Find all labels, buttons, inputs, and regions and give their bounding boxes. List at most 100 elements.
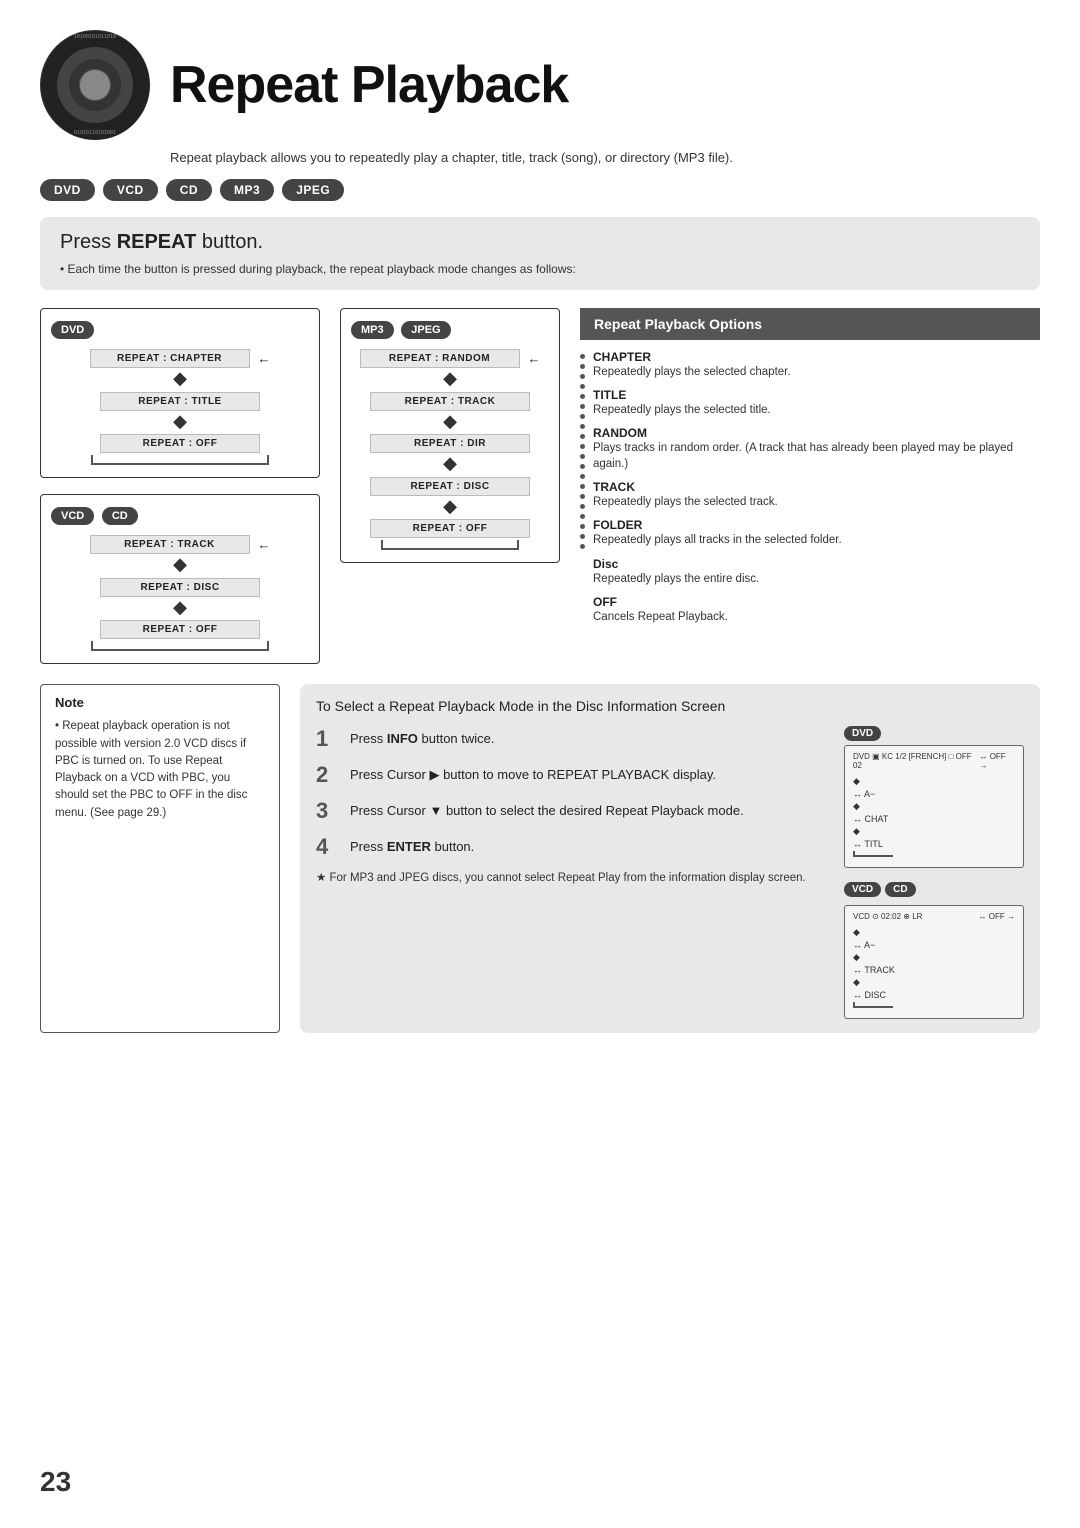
flow-label-disc: REPEAT : DISC bbox=[100, 578, 260, 597]
cd-badge: CD bbox=[102, 507, 138, 525]
down-arrow-1: ◆ bbox=[853, 776, 860, 787]
dvd-item-chat: ↔ CHAT bbox=[853, 814, 1015, 824]
vcd-display-box: VCD ⊙ 02:02 ⊕ LR ↔ OFF → ◆ ↔ A− bbox=[844, 905, 1024, 1019]
opt-folder-name: FOLDER bbox=[593, 518, 1040, 532]
flow-arrow-2: ◆ bbox=[173, 411, 187, 433]
opt-off-desc: Cancels Repeat Playback. bbox=[593, 609, 1040, 625]
dvd-display-items: ◆ ↔ A− ◆ ↔ CHAT bbox=[853, 772, 1015, 861]
middle-column: MP3 JPEG REPEAT : RANDOM ← ◆ REPEAT : TR… bbox=[340, 308, 560, 664]
steps-column: 1 Press INFO button twice. 2 Press Curso… bbox=[316, 726, 828, 1019]
dvd-display-section: DVD DVD ▣ KC 1/2 [FRENCH] □ OFF 02 ↔ OFF… bbox=[844, 726, 1024, 868]
opt-chapter-name: CHAPTER bbox=[593, 350, 1040, 364]
note-title: Note bbox=[55, 695, 265, 710]
flow-item-title: REPEAT : TITLE ◆ bbox=[51, 392, 309, 433]
dvd-item-down-1: ◆ bbox=[853, 776, 1015, 787]
vcd-item-down-3: ◆ bbox=[853, 977, 1015, 988]
vcd-cd-flow-section: VCD CD REPEAT : TRACK ← ◆ REPEAT : DISC … bbox=[40, 494, 320, 664]
format-badges: DVD VCD CD MP3 JPEG bbox=[40, 179, 1040, 201]
vcd-down-3: ◆ bbox=[853, 977, 860, 988]
opt-folder-desc: Repeatedly plays all tracks in the selec… bbox=[593, 532, 1040, 548]
flow-label-off2: REPEAT : OFF bbox=[100, 620, 260, 639]
note-box: Note • Repeat playback operation is not … bbox=[40, 684, 280, 1033]
vcd-item-a: ↔ A− bbox=[853, 940, 1015, 950]
opt-off: OFF Cancels Repeat Playback. bbox=[593, 595, 1040, 625]
note-text: • Repeat playback operation is not possi… bbox=[55, 718, 265, 822]
vcd-badges-row: VCD CD bbox=[844, 882, 1024, 901]
page-number: 23 bbox=[40, 1466, 71, 1498]
flow-item-off2: REPEAT : OFF bbox=[51, 620, 309, 639]
svg-text:01010110101001: 01010110101001 bbox=[74, 130, 116, 136]
repeat-bold: REPEAT bbox=[117, 231, 197, 253]
dvd-flow-badge: DVD bbox=[51, 321, 94, 339]
vdot-4 bbox=[580, 384, 585, 389]
dvd-off-label: ↔ OFF → bbox=[979, 752, 1015, 770]
page-wrapper: 10100101011010 01010110101001 Repeat Pla… bbox=[0, 0, 1080, 1528]
jpeg-badge: JPEG bbox=[401, 321, 450, 339]
to-select-label: To Select a Repeat Playback Mode in the … bbox=[316, 698, 725, 714]
opt-random-desc: Plays tracks in random order. (A track t… bbox=[593, 440, 1040, 472]
title-area: Repeat Playback bbox=[170, 55, 568, 115]
badge-jpeg: JPEG bbox=[282, 179, 344, 201]
flow-label-dir: REPEAT : DIR bbox=[370, 434, 530, 453]
step-2-text: Press Cursor ▶ button to move to REPEAT … bbox=[350, 762, 716, 784]
opt-disc-desc: Repeatedly plays the entire disc. bbox=[593, 571, 1040, 587]
subtitle: Repeat playback allows you to repeatedly… bbox=[170, 150, 1040, 165]
speaker-icon: 10100101011010 01010110101001 bbox=[40, 30, 150, 140]
vdot-5 bbox=[580, 394, 585, 399]
vdot-11 bbox=[580, 454, 585, 459]
arrow-random: ← bbox=[528, 351, 541, 366]
step-1: 1 Press INFO button twice. bbox=[316, 726, 828, 752]
flow-label-track: REPEAT : TRACK bbox=[90, 535, 250, 554]
press-repeat-title: Press REPEAT button. bbox=[60, 231, 1020, 254]
svg-text:10100101011010: 10100101011010 bbox=[74, 34, 116, 40]
flow-label-mp3-track: REPEAT : TRACK bbox=[370, 392, 530, 411]
opt-track-desc: Repeatedly plays the selected track. bbox=[593, 494, 1040, 510]
opt-random-name: RANDOM bbox=[593, 426, 1040, 440]
mp3-bracket bbox=[381, 540, 519, 550]
flow-arrow-7: ◆ bbox=[443, 453, 457, 475]
dvd-displays: DVD DVD ▣ KC 1/2 [FRENCH] □ OFF 02 ↔ OFF… bbox=[844, 726, 1024, 1019]
badge-mp3: MP3 bbox=[220, 179, 274, 201]
header-logo: 10100101011010 01010110101001 bbox=[40, 30, 150, 140]
step-4-text: Press ENTER button. bbox=[350, 834, 474, 856]
press-label: Press bbox=[60, 231, 117, 253]
step-2-number: 2 bbox=[316, 762, 340, 788]
flow-row-random: REPEAT : RANDOM ← bbox=[351, 349, 549, 368]
flow-label-mp3-disc: REPEAT : DISC bbox=[370, 477, 530, 496]
vdot-6 bbox=[580, 404, 585, 409]
dvd-a-label: ↔ A− bbox=[853, 789, 875, 799]
flow-item-mp3-off: REPEAT : OFF bbox=[351, 519, 549, 538]
badge-vcd: VCD bbox=[103, 179, 158, 201]
flow-item-mp3-track: REPEAT : TRACK ◆ bbox=[351, 392, 549, 433]
vdot-1 bbox=[580, 354, 585, 359]
vdot-18 bbox=[580, 524, 585, 529]
step-3: 3 Press Cursor ▼ button to select the de… bbox=[316, 798, 828, 824]
step-4-number: 4 bbox=[316, 834, 340, 860]
vdot-17 bbox=[580, 514, 585, 519]
step-1-text: Press INFO button twice. bbox=[350, 726, 495, 748]
opt-title-name: TITLE bbox=[593, 388, 1040, 402]
vcd-info-row: VCD ⊙ 02:02 ⊕ LR ↔ OFF → bbox=[853, 912, 1015, 921]
flow-item-dir: REPEAT : DIR ◆ bbox=[351, 434, 549, 475]
vcd-info-text: VCD ⊙ 02:02 ⊕ LR bbox=[853, 912, 922, 921]
vdot-15 bbox=[580, 494, 585, 499]
dvd-bracket bbox=[91, 455, 269, 465]
opt-track: TRACK Repeatedly plays the selected trac… bbox=[593, 480, 1040, 510]
flow-item-mp3-disc: REPEAT : DISC ◆ bbox=[351, 477, 549, 518]
opt-disc: Disc Repeatedly plays the entire disc. bbox=[593, 557, 1040, 587]
options-header: Repeat Playback Options bbox=[580, 308, 1040, 340]
vertical-dots bbox=[580, 350, 585, 633]
vcd-disc-label: ↔ DISC bbox=[853, 990, 886, 1000]
flow-arrow-3: ◆ bbox=[173, 554, 187, 576]
arrow-chapter: ← bbox=[258, 351, 271, 366]
step-3-number: 3 bbox=[316, 798, 340, 824]
footer-note: ★ For MP3 and JPEG discs, you cannot sel… bbox=[316, 870, 828, 884]
cd-small-badge: CD bbox=[885, 882, 915, 897]
flow-arrow-5: ◆ bbox=[443, 368, 457, 390]
flow-label-mp3-off: REPEAT : OFF bbox=[370, 519, 530, 538]
dvd-info-row: DVD ▣ KC 1/2 [FRENCH] □ OFF 02 ↔ OFF → bbox=[853, 752, 1015, 770]
dvd-info-text: DVD ▣ KC 1/2 [FRENCH] □ OFF 02 bbox=[853, 752, 979, 770]
mp3-badge: MP3 bbox=[351, 321, 394, 339]
flow-arrow-4: ◆ bbox=[173, 597, 187, 619]
step-4: 4 Press ENTER button. bbox=[316, 834, 828, 860]
